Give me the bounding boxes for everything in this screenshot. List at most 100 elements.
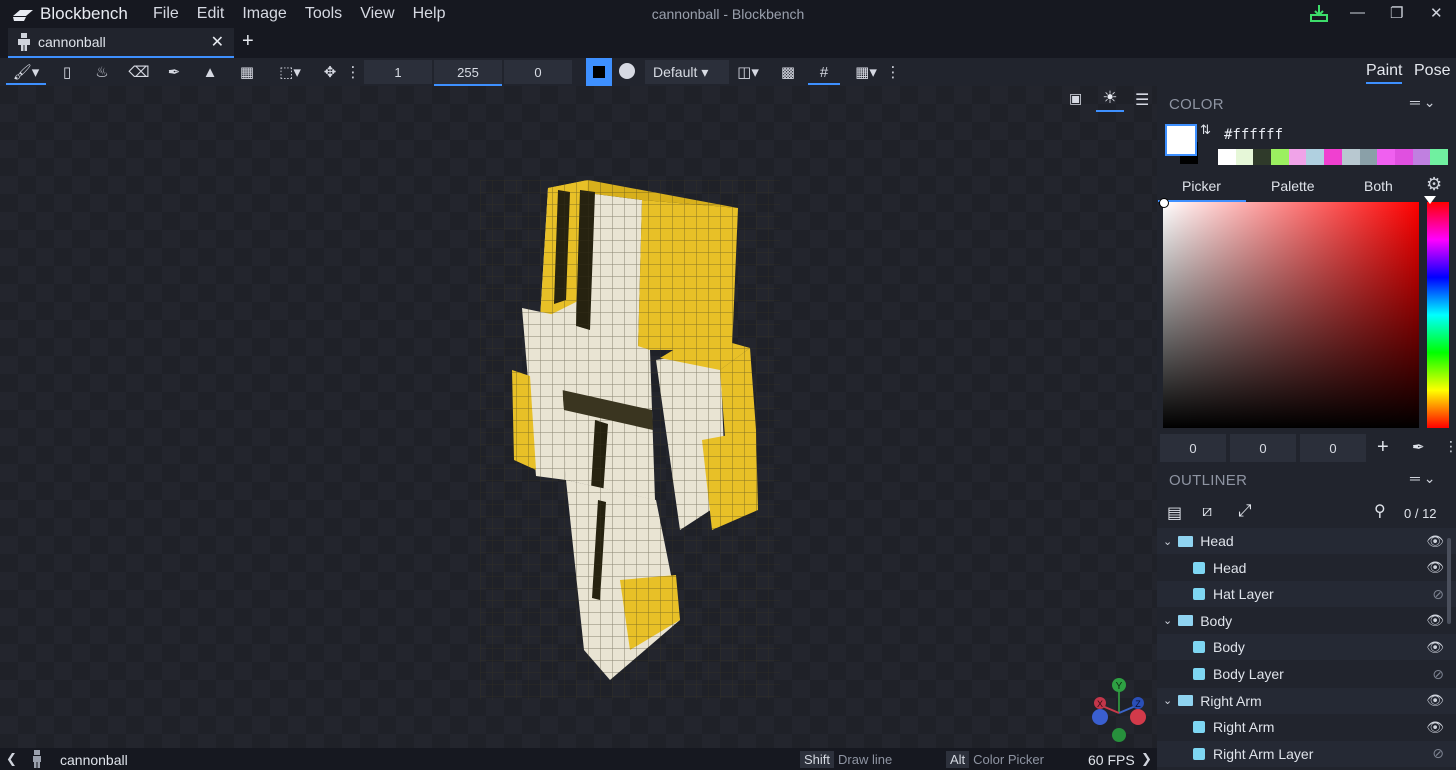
saturation-value-picker[interactable] [1163, 202, 1419, 428]
selection-tool-icon[interactable]: ⬚▾ [270, 61, 310, 83]
blend-mode-select[interactable]: Default ▾ [645, 60, 729, 84]
outliner-row[interactable]: Body 👁 [1157, 634, 1456, 661]
tab-picker[interactable]: Picker [1182, 178, 1221, 194]
palette-swatch[interactable] [1253, 149, 1272, 165]
eye-icon[interactable]: 👁 [1426, 692, 1444, 709]
palette-swatch[interactable] [1324, 149, 1342, 165]
checkerboard-icon[interactable]: ▩ [776, 61, 800, 83]
axis-gizmo[interactable]: Y Z X [1088, 675, 1150, 745]
palette-swatch[interactable] [1430, 149, 1448, 165]
palette-swatch[interactable] [1306, 149, 1325, 165]
outliner-row[interactable]: Right Arm Layer ⊘ [1157, 740, 1456, 767]
swap-colors-icon[interactable]: ⇅ [1200, 122, 1211, 138]
softness-field[interactable]: 0 [504, 60, 572, 84]
color-eyedropper-icon[interactable]: ✒ [1412, 438, 1425, 456]
viewport-menu-icon[interactable]: ☰ [1135, 90, 1149, 110]
mirror-paint-icon[interactable]: ◫▾ [728, 61, 768, 83]
status-next-icon[interactable]: ❯ [1141, 751, 1152, 767]
palette-swatch[interactable] [1218, 149, 1236, 165]
status-prev-icon[interactable]: ❮ [6, 751, 17, 767]
neg-y-handle[interactable] [1112, 728, 1126, 742]
picker-handle[interactable] [1159, 198, 1169, 208]
update-download-icon[interactable] [1309, 3, 1329, 27]
stamp-tool-icon[interactable]: ▯ [55, 61, 79, 83]
gear-icon[interactable]: ⚙ [1426, 174, 1442, 195]
green-field[interactable]: 0 [1230, 434, 1296, 462]
add-group-icon[interactable]: ▤ [1167, 503, 1182, 523]
close-window-icon[interactable]: ✕ [1430, 4, 1443, 22]
eye-icon[interactable]: 👁 [1426, 533, 1444, 550]
expand-icon[interactable]: ⤢ [1238, 501, 1252, 521]
outliner-collapse-icon[interactable]: ═ ⌄ [1410, 470, 1436, 487]
palette-swatch[interactable] [1235, 149, 1254, 165]
fill-bucket-icon[interactable]: ♨ [90, 61, 114, 83]
eye-off-icon[interactable]: ⊘ [1432, 666, 1444, 683]
neg-x-handle[interactable] [1092, 709, 1108, 725]
palette-swatch[interactable] [1341, 149, 1360, 165]
screenshot-icon[interactable]: ▣ [1069, 90, 1087, 108]
color-panel-collapse-icon[interactable]: ═ ⌄ [1410, 94, 1436, 111]
opacity-field[interactable]: 255 [434, 60, 502, 86]
eraser-icon[interactable]: ⌫ [127, 61, 151, 83]
red-field[interactable]: 0 [1160, 434, 1226, 462]
chevron-down-icon[interactable]: ⌄ [1163, 614, 1172, 627]
maximize-icon[interactable]: ❐ [1390, 4, 1403, 22]
palette-swatch[interactable] [1377, 149, 1395, 165]
hue-handle-left-icon[interactable] [1424, 196, 1436, 204]
neg-z-handle[interactable] [1130, 709, 1146, 725]
round-brush-button[interactable] [619, 63, 635, 79]
search-icon[interactable]: ⚲ [1374, 501, 1386, 521]
palette-swatch[interactable] [1271, 149, 1289, 165]
shapes-tool-icon[interactable]: ▲ [198, 61, 222, 83]
eye-off-icon[interactable]: ⊘ [1432, 745, 1444, 762]
hex-input[interactable]: #ffffff [1218, 124, 1454, 146]
tab-close-icon[interactable]: ✕ [211, 32, 224, 52]
outliner-row[interactable]: Right Arm 👁 [1157, 714, 1456, 740]
minimize-icon[interactable]: — [1350, 4, 1365, 21]
palette-swatch[interactable] [1394, 149, 1413, 165]
project-tab[interactable]: cannonball ✕ [8, 28, 234, 58]
eye-icon[interactable]: 👁 [1426, 719, 1444, 736]
eye-icon[interactable]: 👁 [1426, 639, 1444, 656]
outliner-scrollbar[interactable] [1447, 538, 1451, 624]
outliner-row[interactable]: Hat Layer ⊘ [1157, 581, 1456, 608]
palette-swatch[interactable] [1288, 149, 1307, 165]
brush-tool-icon[interactable]: 🖌▾ [6, 61, 46, 85]
color-more-icon[interactable]: ⋮ [1444, 438, 1456, 455]
pose-mode-tab[interactable]: Pose [1414, 62, 1450, 80]
outliner-row[interactable]: ⌄ Head 👁 [1157, 528, 1456, 554]
toggle-visibility-icon[interactable]: ⧄ [1202, 503, 1212, 521]
move-tool-icon[interactable]: ✥ [318, 61, 342, 83]
chevron-down-icon[interactable]: ⌄ [1163, 694, 1172, 707]
layout-icon[interactable]: ▦▾ [846, 61, 886, 83]
outliner-title: OUTLINER [1169, 472, 1248, 489]
outliner-row[interactable]: ⌄ Body 👁 [1157, 608, 1456, 634]
primary-color-swatch[interactable] [1165, 124, 1197, 156]
new-tab-icon[interactable]: + [242, 30, 254, 53]
outliner-row[interactable]: ⌄ Right Arm 👁 [1157, 687, 1456, 714]
palette-swatch[interactable] [1412, 149, 1431, 165]
tab-palette[interactable]: Palette [1271, 178, 1315, 194]
outliner-row[interactable]: Head 👁 [1157, 555, 1456, 581]
hue-slider[interactable] [1427, 202, 1449, 428]
toolbar-overflow-icon[interactable]: ⋮ [886, 61, 901, 83]
tab-both[interactable]: Both [1364, 178, 1393, 194]
eye-off-icon[interactable]: ⊘ [1432, 586, 1444, 603]
lighting-icon[interactable]: ☀ [1096, 88, 1124, 112]
folder-icon [1178, 615, 1194, 627]
pixel-grid-icon[interactable]: # [808, 61, 840, 85]
add-color-icon[interactable]: + [1377, 436, 1389, 459]
skin-model[interactable] [480, 180, 780, 700]
chevron-down-icon[interactable]: ⌄ [1163, 535, 1172, 548]
eye-icon[interactable]: 👁 [1426, 612, 1444, 629]
blue-field[interactable]: 0 [1300, 434, 1366, 462]
paint-mode-tab[interactable]: Paint [1366, 62, 1403, 84]
palette-swatch[interactable] [1359, 149, 1378, 165]
square-brush-button[interactable] [586, 58, 612, 86]
outliner-row[interactable]: Body Layer ⊘ [1157, 661, 1456, 687]
eyedropper-icon[interactable]: ✒ [162, 61, 186, 83]
brush-size-field[interactable]: 1 [364, 60, 432, 84]
eye-icon[interactable]: 👁 [1426, 559, 1444, 576]
gradient-tool-icon[interactable]: ▦ [235, 61, 259, 83]
toolbar-more-icon[interactable]: ⋮ [346, 61, 361, 83]
